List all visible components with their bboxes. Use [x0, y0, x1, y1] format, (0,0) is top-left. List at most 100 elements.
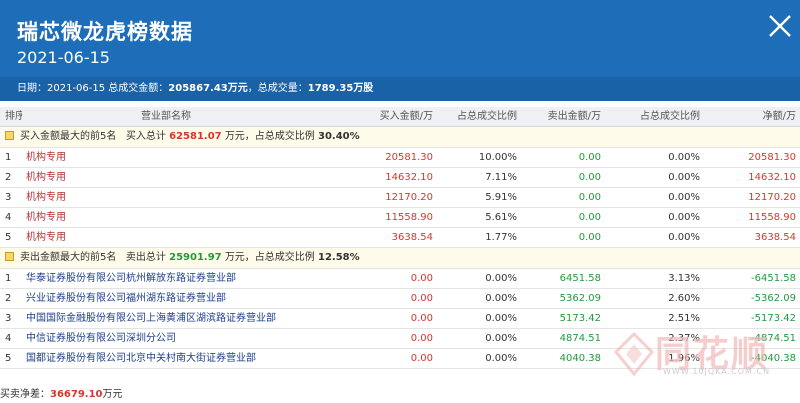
buy-amount: 0.00: [410, 333, 433, 344]
row-rank: 5: [5, 353, 12, 364]
sell-amount: 4874.51: [559, 333, 601, 344]
buy-amount: 12170.20: [385, 192, 433, 203]
folder-icon: [5, 130, 14, 140]
dialog-header: 瑞芯微龙虎榜数据 2021-06-15 日期：2021-06-15 总成交金额：…: [0, 0, 800, 101]
buy-total-ratio: 30.40%: [318, 131, 360, 142]
table-row[interactable]: 5 机构专用 3638.54 1.77% 0.00 0.00% 3638.54: [0, 228, 800, 248]
buy-ratio: 7.11%: [485, 172, 517, 183]
sell-section-label: 卖出金额最大的前5名 卖出总计 25901.97 万元，占总成交比例 12.58…: [5, 248, 360, 268]
sell-amount: 4040.38: [559, 353, 601, 364]
branch-name[interactable]: 机构专用: [22, 228, 310, 247]
row-rank: 5: [5, 232, 12, 243]
sell-ratio: 2.60%: [668, 293, 700, 304]
total-amount: 205867.43万元: [168, 83, 248, 94]
sell-ratio: 3.13%: [668, 273, 700, 284]
total-volume: 1789.35万股: [307, 83, 374, 94]
buy-amount: 0.00: [410, 273, 433, 284]
buy-ratio: 10.00%: [478, 152, 517, 163]
net-buy-label: 买卖净差：: [0, 389, 50, 400]
sell-rows: 1 华泰证券股份有限公司杭州解放东路证券营业部 0.00 0.00% 6451.58 3.…: [0, 269, 800, 369]
sell-amount: 0.00: [578, 192, 601, 203]
row-rank: 1: [5, 152, 12, 163]
sell-ratio: 0.00%: [668, 232, 700, 243]
sell-ratio: 2.51%: [668, 313, 700, 324]
table-row[interactable]: 2 机构专用 14632.10 7.11% 0.00 0.00% 14632.10: [0, 168, 800, 188]
sell-amount: 5173.42: [559, 313, 601, 324]
row-rank: 2: [5, 172, 12, 183]
table-row[interactable]: 5 国都证券股份有限公司北京中关村南大街证券营业部 0.00 0.00% 4040.38…: [0, 349, 800, 369]
row-rank: 3: [5, 192, 12, 203]
net-amount: -6451.58: [751, 273, 796, 284]
branch-name[interactable]: 华泰证券股份有限公司杭州解放东路证券营业部: [22, 269, 310, 288]
sell-ratio: 0.00%: [668, 172, 700, 183]
sell-amount: 6451.58: [559, 273, 601, 284]
col-rank-header[interactable]: 排序: [0, 107, 22, 126]
branch-name[interactable]: 机构专用: [22, 188, 310, 207]
close-button[interactable]: [762, 8, 798, 44]
sell-ratio: 1.96%: [668, 353, 700, 364]
sell-ratio: 2.37%: [668, 333, 700, 344]
buy-section-title: 买入金额最大的前5名: [20, 131, 117, 142]
row-rank: 3: [5, 313, 12, 324]
sell-amount: 0.00: [578, 232, 601, 243]
close-icon: [769, 15, 791, 37]
buy-ratio: 0.00%: [485, 353, 517, 364]
col-buy-header[interactable]: 买入金额/万: [310, 107, 437, 126]
branch-name[interactable]: 兴业证券股份有限公司福州湖东路证券营业部: [22, 289, 310, 308]
table-row[interactable]: 1 华泰证券股份有限公司杭州解放东路证券营业部 0.00 0.00% 6451.58 3.…: [0, 269, 800, 289]
buy-amount: 0.00: [410, 313, 433, 324]
row-rank: 1: [5, 273, 12, 284]
summary-mid: ，总成交量：: [247, 83, 308, 94]
branch-name[interactable]: 机构专用: [22, 148, 310, 167]
table-row[interactable]: 4 机构专用 11558.90 5.61% 0.00 0.00% 11558.90: [0, 208, 800, 228]
table-row[interactable]: 4 中信证券股份有限公司深圳分公司 0.00 0.00% 4874.51 2.37% -48…: [0, 329, 800, 349]
table-row[interactable]: 2 兴业证券股份有限公司福州湖东路证券营业部 0.00 0.00% 5362.09 2.6…: [0, 289, 800, 309]
table-row[interactable]: 1 机构专用 20581.30 10.00% 0.00 0.00% 20581.30: [0, 148, 800, 168]
net-amount: -5362.09: [751, 293, 796, 304]
buy-ratio: 5.61%: [485, 212, 517, 223]
net-amount: 12170.20: [748, 192, 796, 203]
sell-ratio: 0.00%: [668, 212, 700, 223]
buy-ratio: 1.77%: [485, 232, 517, 243]
sell-amount: 0.00: [578, 212, 601, 223]
sell-ratio: 0.00%: [668, 192, 700, 203]
branch-name[interactable]: 中信证券股份有限公司深圳分公司: [22, 329, 310, 348]
net-amount: 14632.10: [748, 172, 796, 183]
branch-name[interactable]: 国都证券股份有限公司北京中关村南大街证券营业部: [22, 349, 310, 368]
branch-name[interactable]: 中国国际金融股份有限公司上海黄浦区湖滨路证券营业部: [22, 309, 310, 328]
buy-total-value: 62581.07: [169, 131, 222, 142]
col-buy-ratio-header[interactable]: 占总成交比例: [437, 107, 521, 126]
table-row[interactable]: 3 机构专用 12170.20 5.91% 0.00 0.00% 12170.20: [0, 188, 800, 208]
buy-section-header: 买入金额最大的前5名 买入总计 62581.07 万元，占总成交比例 30.40…: [0, 127, 800, 148]
row-rank: 2: [5, 293, 12, 304]
branch-name[interactable]: 机构专用: [22, 208, 310, 227]
buy-amount: 0.00: [410, 293, 433, 304]
buy-ratio: 0.00%: [485, 273, 517, 284]
col-sell-header[interactable]: 卖出金额/万: [521, 107, 605, 126]
sell-total-value: 25901.97: [169, 252, 222, 263]
buy-total-suffix: 万元，占总成交比例: [224, 131, 315, 142]
buy-amount: 14632.10: [385, 172, 433, 183]
buy-rows: 1 机构专用 20581.30 10.00% 0.00 0.00% 20581.30 2 机构专…: [0, 148, 800, 248]
header-date: 2021-06-15: [17, 48, 110, 67]
col-sell-ratio-header[interactable]: 占总成交比例: [605, 107, 704, 126]
net-buy-value: 36679.10: [50, 389, 103, 400]
net-buy-unit: 万元: [102, 389, 123, 400]
branch-name[interactable]: 机构专用: [22, 168, 310, 187]
buy-ratio: 0.00%: [485, 333, 517, 344]
row-rank: 4: [5, 333, 12, 344]
dragon-tiger-table: 排序 营业部名称 买入金额/万 占总成交比例 卖出金额/万 占总成交比例 净额/…: [0, 107, 800, 369]
summary-bar: 日期：2021-06-15 总成交金额：205867.43万元，总成交量：178…: [0, 77, 800, 101]
buy-amount: 11558.90: [385, 212, 433, 223]
net-amount: -4874.51: [751, 333, 796, 344]
sell-amount: 5362.09: [559, 293, 601, 304]
net-amount: 3638.54: [754, 232, 796, 243]
buy-amount: 0.00: [410, 353, 433, 364]
table-row[interactable]: 3 中国国际金融股份有限公司上海黄浦区湖滨路证券营业部 0.00 0.00% 5173.…: [0, 309, 800, 329]
sell-section-title: 卖出金额最大的前5名: [20, 252, 117, 263]
col-net-header[interactable]: 净额/万: [704, 107, 800, 126]
table-header-row: 排序 营业部名称 买入金额/万 占总成交比例 卖出金额/万 占总成交比例 净额/…: [0, 107, 800, 127]
sell-amount: 0.00: [578, 172, 601, 183]
sell-amount: 0.00: [578, 152, 601, 163]
col-branch-header[interactable]: 营业部名称: [22, 107, 310, 126]
